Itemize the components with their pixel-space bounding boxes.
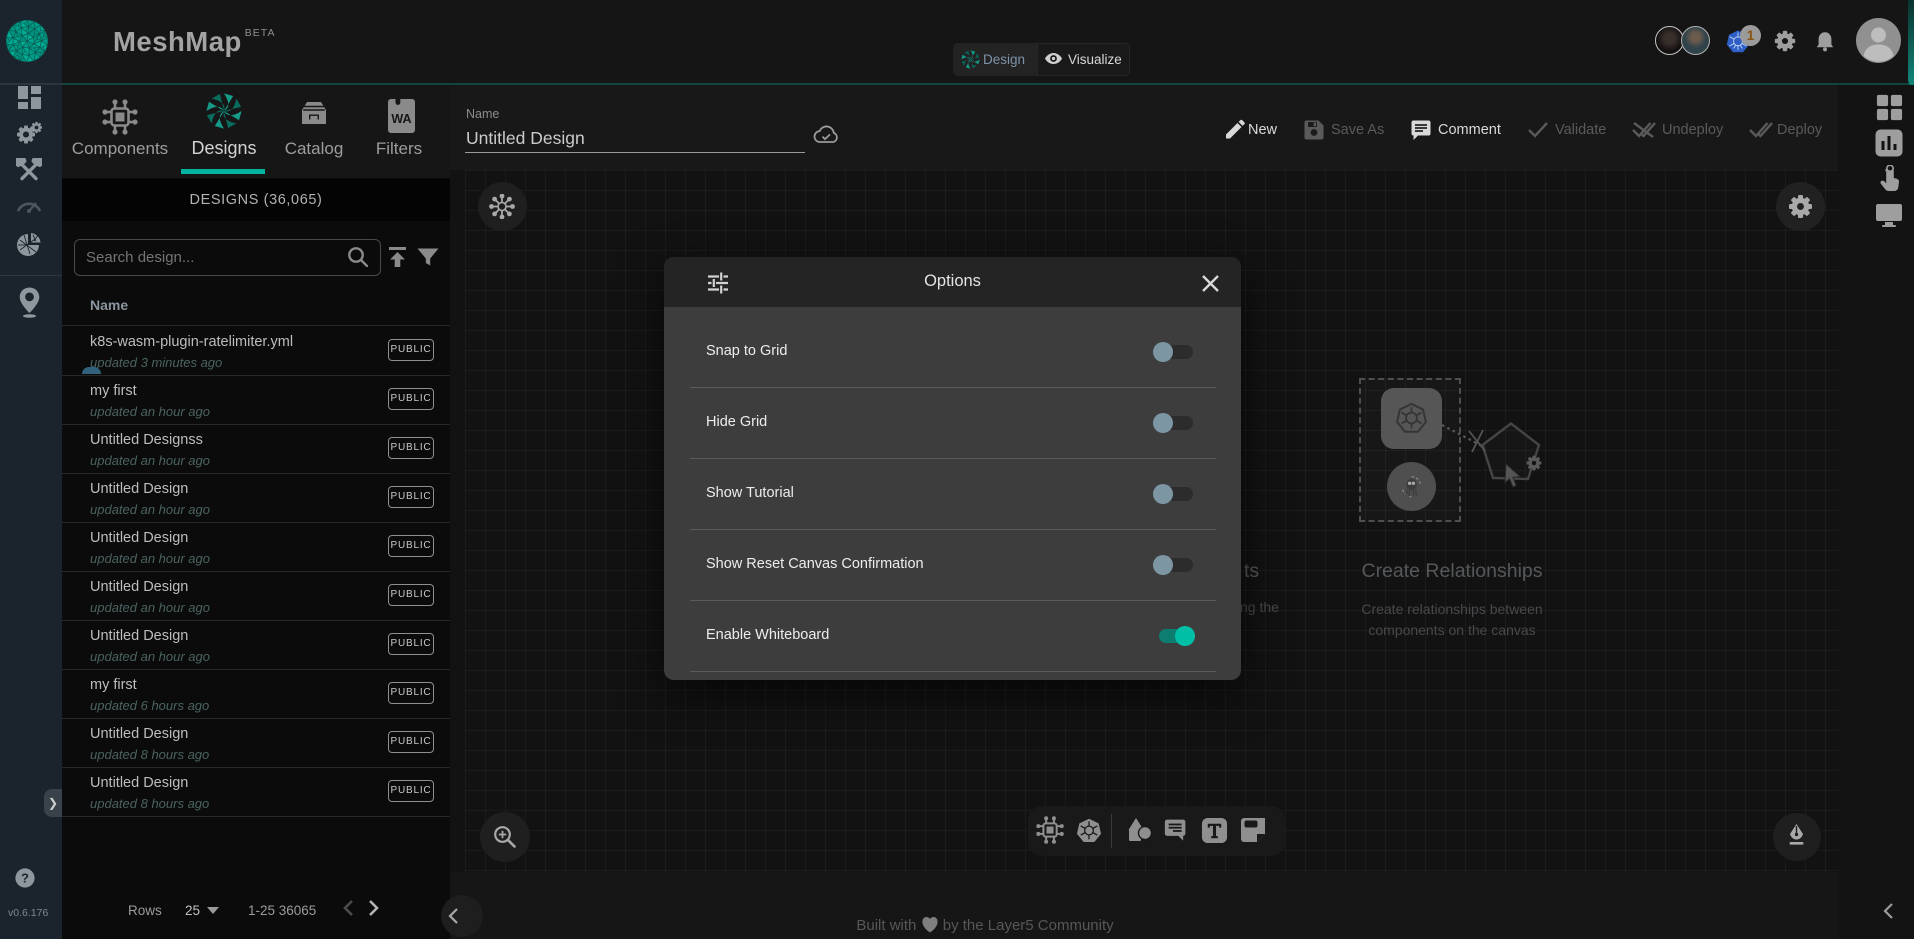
svg-text:?: ? [21, 871, 29, 886]
svg-text:WA: WA [391, 112, 411, 126]
